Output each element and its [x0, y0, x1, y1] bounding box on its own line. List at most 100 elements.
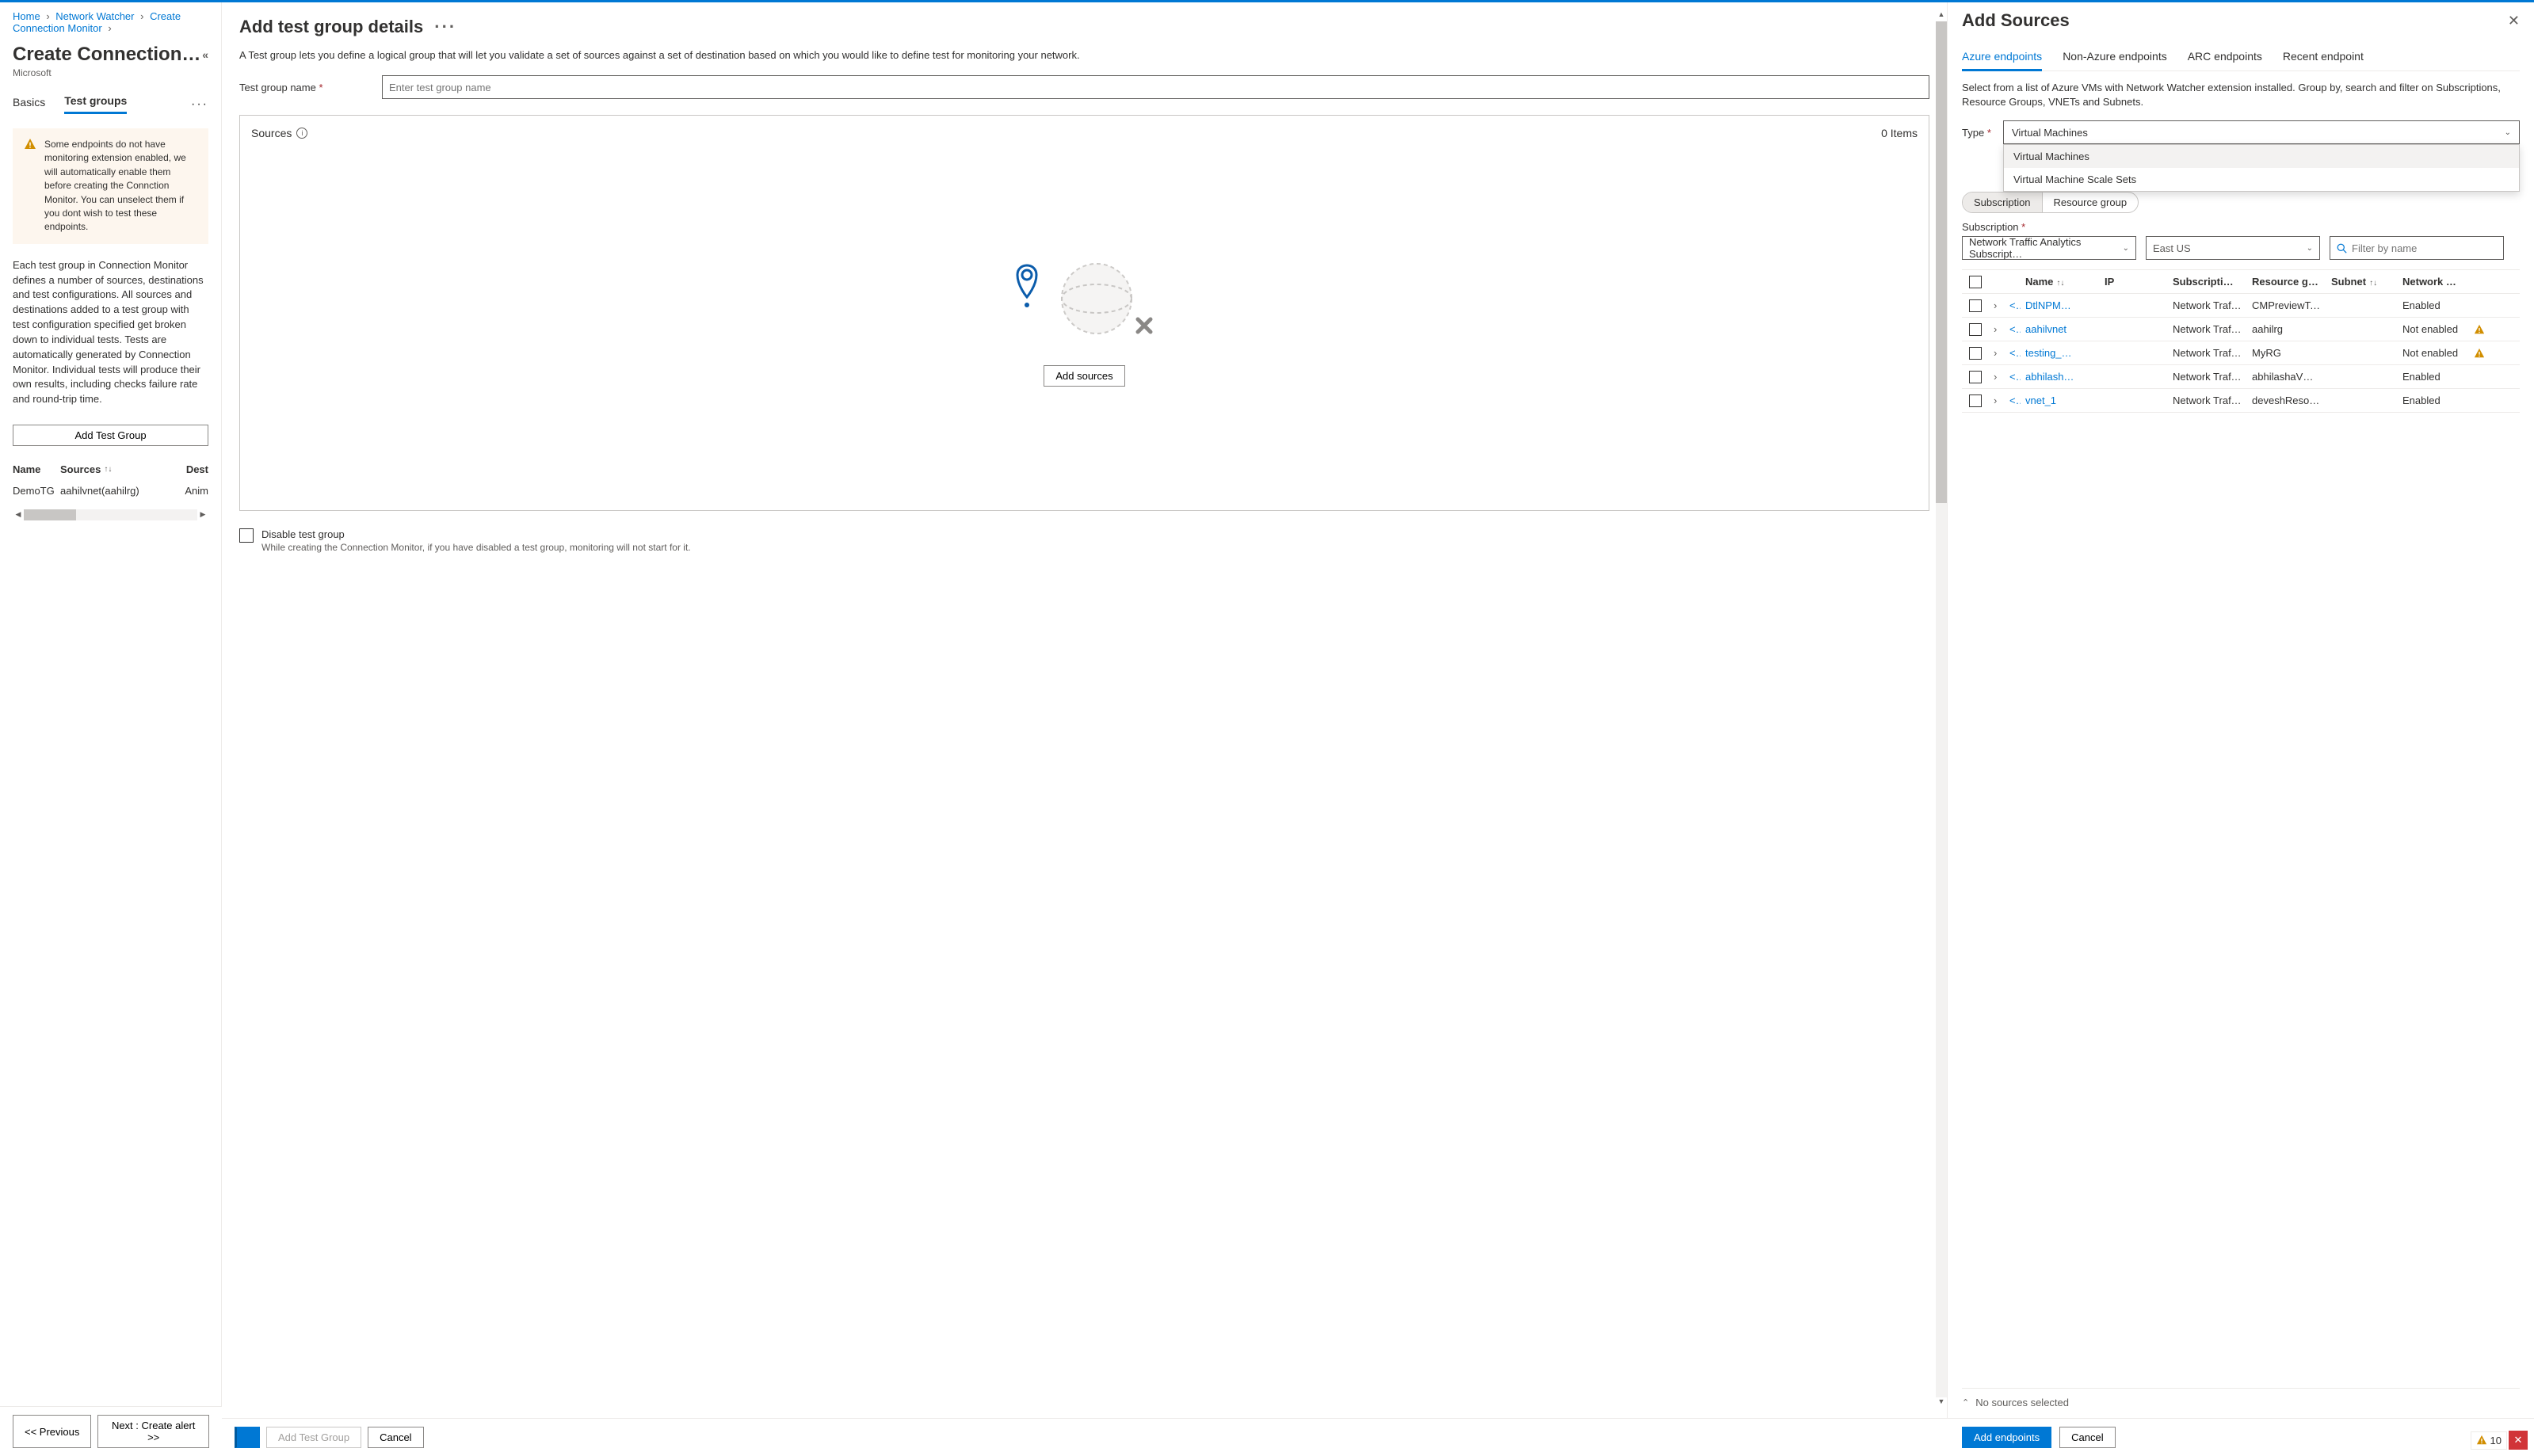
- col-subnet[interactable]: Subnet↑↓: [2326, 276, 2398, 288]
- tab-test-groups[interactable]: Test groups: [64, 94, 127, 114]
- warning-banner: Some endpoints do not have monitoring ex…: [13, 128, 208, 244]
- type-option-vmss[interactable]: Virtual Machine Scale Sets: [2004, 168, 2519, 191]
- subscription-dropdown[interactable]: Network Traffic Analytics Subscript…⌄: [1962, 236, 2136, 260]
- expand-icon[interactable]: ›: [1989, 323, 2005, 335]
- previous-button[interactable]: << Previous: [13, 1415, 91, 1448]
- disable-label: Disable test group: [261, 528, 691, 540]
- table-row[interactable]: ›<··>aahilvnetNetwork Traffic…aahilrgNot…: [1962, 318, 2520, 341]
- row-checkbox[interactable]: [1969, 347, 1982, 360]
- breadcrumb: Home › Network Watcher › Create Connecti…: [13, 10, 208, 40]
- tab-arc-endpoints[interactable]: ARC endpoints: [2188, 50, 2262, 71]
- errors-badge[interactable]: ✕: [2509, 1431, 2528, 1450]
- row-name-link[interactable]: aahilvnet: [2025, 323, 2067, 335]
- sort-icon: ↑↓: [104, 465, 112, 474]
- right-description: Select from a list of Azure VMs with Net…: [1962, 81, 2520, 109]
- col-dest[interactable]: Dest: [177, 463, 208, 475]
- type-label: Type *: [1962, 127, 1992, 139]
- row-name-link[interactable]: testing_…: [2025, 347, 2072, 359]
- warning-icon: [2476, 1435, 2487, 1446]
- expand-icon[interactable]: ›: [1989, 347, 2005, 359]
- expand-icon[interactable]: ›: [1989, 299, 2005, 311]
- disable-subtext: While creating the Connection Monitor, i…: [261, 542, 691, 553]
- test-group-name-input[interactable]: [382, 75, 1929, 99]
- breadcrumb-home[interactable]: Home: [13, 10, 40, 22]
- add-test-group-footer-button[interactable]: Add Test Group: [266, 1427, 361, 1448]
- vnet-icon: <··>: [2005, 299, 2021, 311]
- col-subscription[interactable]: Subscripti…↑↓: [2168, 276, 2247, 288]
- right-panel-title: Add Sources: [1962, 10, 2070, 31]
- table-row[interactable]: ›<··>testing_…Network Traffic…MyRGNot en…: [1962, 341, 2520, 365]
- add-test-group-button[interactable]: Add Test Group: [13, 425, 208, 446]
- pill-subscription[interactable]: Subscription: [1963, 192, 2043, 212]
- vnet-icon: <··>: [2005, 347, 2021, 359]
- mid-description: A Test group lets you define a logical g…: [239, 48, 1929, 63]
- table-row[interactable]: ›<··>abhilash…Network Traffic…abhilashaV…: [1962, 365, 2520, 389]
- row-checkbox[interactable]: [1969, 299, 1982, 312]
- more-icon[interactable]: ···: [434, 17, 456, 37]
- vnet-icon: <··>: [2005, 394, 2021, 406]
- table-row[interactable]: ›<··>vnet_1Network Traffic…deveshResourc…: [1962, 389, 2520, 413]
- select-all-checkbox[interactable]: [1969, 276, 1982, 288]
- row-checkbox[interactable]: [1969, 371, 1982, 383]
- expand-icon[interactable]: ›: [1989, 394, 2005, 406]
- expand-status-icon[interactable]: ⌃: [1962, 1397, 1969, 1408]
- test-group-name-label: Test group name *: [239, 82, 366, 93]
- row-checkbox[interactable]: [1969, 323, 1982, 336]
- type-dropdown[interactable]: Virtual Machines ⌄: [2003, 120, 2520, 144]
- tab-azure-endpoints[interactable]: Azure endpoints: [1962, 50, 2042, 71]
- tab-basics[interactable]: Basics: [13, 96, 45, 113]
- horizontal-scrollbar[interactable]: ◀ ▶: [13, 508, 208, 520]
- table-row[interactable]: ›<··>DtlNPM…Network Traffic…CMPreviewTes…: [1962, 294, 2520, 318]
- more-menu-icon[interactable]: ···: [191, 97, 208, 112]
- close-icon[interactable]: ✕: [2508, 13, 2520, 29]
- org-subtitle: Microsoft: [13, 67, 208, 78]
- tab-recent-endpoint[interactable]: Recent endpoint: [2283, 50, 2364, 71]
- mid-separator: [235, 1427, 260, 1448]
- warning-icon: [24, 138, 36, 234]
- col-network[interactable]: Network …: [2398, 276, 2469, 288]
- next-button[interactable]: Next : Create alert >>: [97, 1415, 209, 1448]
- empty-state-illustration: [1002, 253, 1168, 348]
- warnings-badge[interactable]: 10: [2471, 1431, 2507, 1450]
- left-paragraph: Each test group in Connection Monitor de…: [13, 258, 208, 407]
- cancel-mid-button[interactable]: Cancel: [368, 1427, 423, 1448]
- table-row[interactable]: DemoTG aahilvnet(aahilrg) Anim: [13, 480, 208, 501]
- group-by-pills: Subscription Resource group: [1962, 192, 2139, 213]
- row-checkbox[interactable]: [1969, 394, 1982, 407]
- region-dropdown[interactable]: East US⌄: [2146, 236, 2320, 260]
- info-icon[interactable]: i: [296, 128, 307, 139]
- vertical-scrollbar[interactable]: ▲▼: [1936, 10, 1947, 1408]
- cancel-right-button[interactable]: Cancel: [2059, 1427, 2115, 1448]
- items-count: 0 Items: [1881, 127, 1918, 139]
- type-option-vm[interactable]: Virtual Machines: [2004, 145, 2519, 168]
- add-sources-button[interactable]: Add sources: [1044, 365, 1124, 387]
- pill-resource-group[interactable]: Resource group: [2043, 192, 2139, 212]
- row-name-link[interactable]: abhilash…: [2025, 371, 2074, 383]
- col-ip[interactable]: IP: [2100, 276, 2168, 288]
- warning-text: Some endpoints do not have monitoring ex…: [44, 138, 197, 234]
- vnet-icon: <··>: [2005, 323, 2021, 335]
- collapse-left-icon[interactable]: «: [202, 48, 208, 61]
- search-icon: [2337, 243, 2347, 253]
- selection-status: No sources selected: [1975, 1397, 2069, 1408]
- col-resource-group[interactable]: Resource g…↑↓: [2247, 276, 2326, 288]
- add-endpoints-button[interactable]: Add endpoints: [1962, 1427, 2051, 1448]
- col-name[interactable]: Name↑↓: [2021, 276, 2100, 288]
- tab-non-azure-endpoints[interactable]: Non-Azure endpoints: [2063, 50, 2167, 71]
- row-name-link[interactable]: DtlNPM…: [2025, 299, 2071, 311]
- breadcrumb-nw[interactable]: Network Watcher: [55, 10, 134, 22]
- row-name-link[interactable]: vnet_1: [2025, 394, 2056, 406]
- sources-panel: Sources i 0 Items Add sources: [239, 115, 1929, 511]
- page-title: Create Connection…: [13, 44, 200, 66]
- col-sources[interactable]: Sources↑↓: [60, 463, 177, 475]
- vnet-icon: <··>: [2005, 371, 2021, 383]
- chevron-down-icon: ⌄: [2505, 128, 2511, 137]
- col-name[interactable]: Name: [13, 463, 60, 475]
- disable-test-group-checkbox[interactable]: [239, 528, 254, 543]
- filter-by-name-input[interactable]: [2330, 236, 2504, 260]
- sources-label: Sources: [251, 127, 292, 139]
- mid-title: Add test group details: [239, 17, 423, 37]
- type-dropdown-popup: Virtual Machines Virtual Machine Scale S…: [2003, 144, 2520, 192]
- subscription-label: Subscription *: [1962, 221, 2136, 233]
- expand-icon[interactable]: ›: [1989, 371, 2005, 383]
